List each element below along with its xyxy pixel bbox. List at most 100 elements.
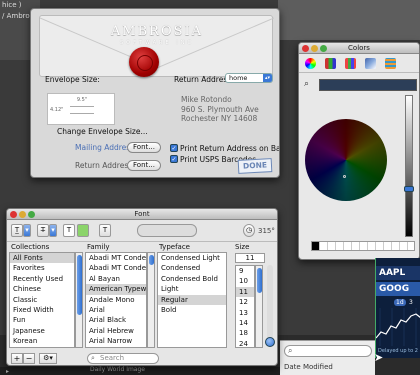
family-scrollbar[interactable]: [147, 252, 155, 348]
mailing-font-button[interactable]: Font...: [127, 142, 161, 153]
list-item[interactable]: Abadi MT Condens: [86, 263, 146, 273]
color-sliders-tab-icon[interactable]: [325, 58, 336, 69]
color-well[interactable]: [376, 242, 384, 250]
list-item[interactable]: Arial Narrow: [86, 336, 146, 346]
list-item[interactable]: American Typewrit: [86, 284, 146, 295]
finder-list-row[interactable]: ▸ Daily World Image: [0, 366, 280, 375]
typeface-list[interactable]: Condensed Light Condensed Condensed Bold…: [157, 252, 227, 348]
size-slider[interactable]: [265, 265, 275, 347]
change-envelope-size-link[interactable]: Change Envelope Size...: [57, 127, 148, 136]
color-well[interactable]: [384, 242, 392, 250]
list-item[interactable]: Arial Hebrew: [86, 326, 146, 336]
shadow-icon[interactable]: T: [99, 224, 111, 237]
brightness-slider[interactable]: [405, 95, 413, 237]
color-palettes-tab-icon[interactable]: [345, 58, 356, 69]
color-well[interactable]: [344, 242, 352, 250]
brightness-slider-knob[interactable]: [404, 186, 414, 192]
size-scrollbar[interactable]: [255, 265, 263, 348]
colors-titlebar[interactable]: Colors: [299, 43, 419, 54]
color-well[interactable]: [352, 242, 360, 250]
shadow-sliders[interactable]: [137, 224, 197, 237]
list-item[interactable]: 13: [236, 308, 254, 318]
strikethrough-menu-icon[interactable]: ▾: [49, 224, 57, 237]
size-list[interactable]: 9 10 11 12 13 14 18 24: [235, 265, 255, 348]
return-font-button[interactable]: Font...: [127, 160, 161, 171]
list-item[interactable]: All Fonts: [10, 253, 74, 264]
list-item[interactable]: Arial Black: [86, 315, 146, 325]
strikethrough-icon[interactable]: T̶: [37, 224, 49, 237]
list-item[interactable]: 24: [236, 339, 254, 347]
list-item[interactable]: Fixed Width: [10, 305, 74, 315]
scroll-thumb[interactable]: [77, 255, 82, 315]
underline-menu-icon[interactable]: ▾: [23, 224, 31, 237]
range-tab-1d[interactable]: 1d: [394, 299, 406, 306]
current-color-swatch[interactable]: [319, 79, 417, 91]
list-item[interactable]: Al Bayan: [86, 274, 146, 284]
list-item[interactable]: 9: [236, 266, 254, 276]
list-item[interactable]: Regular: [158, 294, 226, 305]
list-item[interactable]: Favorites: [10, 263, 74, 273]
color-wells[interactable]: [311, 241, 415, 251]
color-well[interactable]: [328, 242, 336, 250]
list-item[interactable]: Light: [158, 284, 226, 294]
collections-scrollbar[interactable]: [75, 252, 83, 348]
color-well[interactable]: [360, 242, 368, 250]
list-item[interactable]: 18: [236, 328, 254, 338]
list-item[interactable]: Korean: [10, 336, 74, 346]
finder-search-field[interactable]: ⌕: [284, 345, 372, 357]
stocks-widget[interactable]: AAPL GOOG 1d 3 Delayed up to 2: [375, 258, 420, 358]
scroll-thumb[interactable]: [149, 255, 154, 265]
document-color-icon[interactable]: [77, 224, 89, 237]
list-item[interactable]: Recently Used: [10, 274, 74, 284]
list-item[interactable]: Bold: [158, 305, 226, 315]
print-usps-checkbox[interactable]: ✓: [170, 155, 178, 163]
stock-row-aapl[interactable]: AAPL: [376, 266, 420, 280]
list-item[interactable]: 14: [236, 318, 254, 328]
list-item[interactable]: 10: [236, 276, 254, 286]
underline-icon[interactable]: T̲: [11, 224, 23, 237]
collections-list[interactable]: All Fonts Favorites Recently Used Chines…: [9, 252, 75, 348]
recipient-address-text[interactable]: Mike Rotondo 960 S. Plymouth Ave Rochest…: [181, 95, 259, 124]
color-wheel-tab-icon[interactable]: [305, 58, 316, 69]
color-well[interactable]: [400, 242, 408, 250]
list-item[interactable]: Andale Mono: [86, 295, 146, 305]
magnifier-icon[interactable]: ⌕: [304, 79, 309, 89]
text-color-icon[interactable]: T: [63, 224, 75, 237]
list-item[interactable]: Condensed Light: [158, 253, 226, 263]
color-well[interactable]: [336, 242, 344, 250]
crayons-tab-icon[interactable]: [385, 58, 396, 69]
finder-column-header[interactable]: Date Modified: [284, 363, 333, 371]
list-item[interactable]: 12: [236, 297, 254, 307]
list-item[interactable]: Condensed: [158, 263, 226, 273]
list-item[interactable]: Abadi MT Condens: [86, 253, 146, 263]
done-button[interactable]: DONE: [237, 158, 273, 174]
list-item[interactable]: Fun: [10, 315, 74, 325]
list-item[interactable]: Classic: [10, 295, 74, 305]
color-wheel-selector[interactable]: [343, 175, 346, 178]
range-tab-other[interactable]: 3: [409, 299, 413, 306]
action-menu-button[interactable]: ⚙▾: [39, 353, 57, 364]
color-wheel[interactable]: [305, 119, 387, 201]
size-slider-knob[interactable]: [265, 337, 275, 347]
list-item[interactable]: Japanese: [10, 326, 74, 336]
color-well[interactable]: [320, 242, 328, 250]
shadow-angle-dial[interactable]: ◷: [243, 224, 255, 237]
list-item[interactable]: 11: [236, 286, 254, 298]
list-item[interactable]: Arial: [86, 305, 146, 315]
list-item[interactable]: Chinese: [10, 284, 74, 294]
disclosure-triangle-icon[interactable]: ▸: [6, 368, 9, 375]
color-well[interactable]: [312, 242, 320, 250]
font-search-input[interactable]: ⌕ Search: [87, 353, 159, 364]
size-input[interactable]: 11: [235, 253, 265, 263]
return-address-select[interactable]: home ▴▾: [225, 73, 273, 83]
family-list[interactable]: Abadi MT Condens Abadi MT Condens Al Bay…: [85, 252, 147, 348]
color-well[interactable]: [392, 242, 400, 250]
scroll-thumb[interactable]: [257, 268, 262, 293]
envelope-size-preview[interactable]: 9.5" 4.12": [47, 93, 115, 125]
remove-collection-button[interactable]: −: [23, 353, 35, 364]
image-palettes-tab-icon[interactable]: [365, 58, 376, 69]
font-titlebar[interactable]: Font: [7, 209, 277, 220]
list-item[interactable]: Condensed Bold: [158, 274, 226, 284]
stock-row-goog[interactable]: GOOG: [376, 282, 420, 296]
print-return-checkbox[interactable]: ✓: [170, 144, 178, 152]
